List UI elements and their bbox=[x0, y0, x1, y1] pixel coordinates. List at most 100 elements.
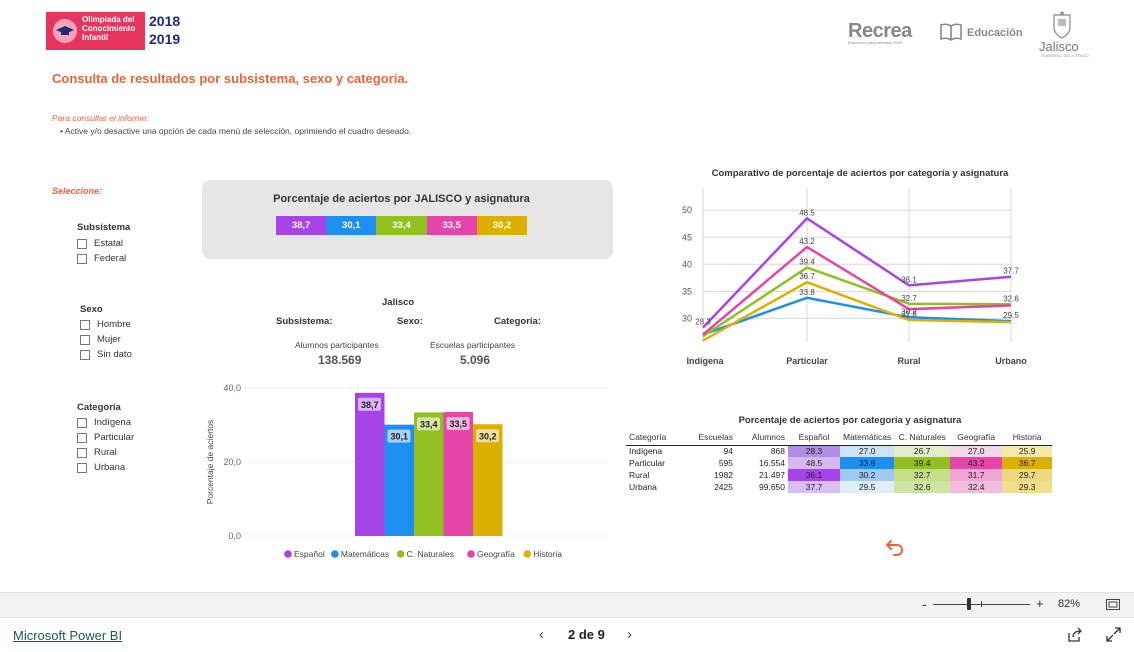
table-cell: 36.1 bbox=[788, 469, 840, 481]
checkbox[interactable] bbox=[77, 432, 87, 443]
summary-card-title: Porcentaje de aciertos por JALISCO y asi… bbox=[273, 193, 530, 205]
instructions-heading: Para consultar el informe: bbox=[52, 113, 149, 123]
alumnos-value: 138.569 bbox=[318, 353, 362, 367]
previous-page-button[interactable]: ‹ bbox=[539, 626, 544, 643]
jalisco-seal-icon bbox=[1053, 11, 1071, 39]
table-cell: 595 bbox=[718, 457, 733, 468]
filter-subsistema-label: Subsistema: bbox=[276, 316, 333, 327]
slicer-title: Subsistema bbox=[77, 222, 131, 233]
point-label: 39.4 bbox=[799, 258, 815, 267]
slicer-option-urbana[interactable]: Urbana bbox=[77, 460, 134, 475]
table-cell: 25.9 bbox=[1002, 445, 1053, 457]
point-label: 48.5 bbox=[799, 208, 815, 217]
slicer-option-particular[interactable]: Particular bbox=[77, 430, 134, 445]
col-header: Categoría bbox=[626, 430, 692, 446]
slicer-option-estatal[interactable]: Estatal bbox=[77, 236, 130, 251]
graduation-cap-icon bbox=[56, 26, 74, 35]
line-chart-title: Comparativo de porcentaje de aciertos po… bbox=[712, 168, 1009, 179]
legend-label: Español bbox=[294, 549, 325, 559]
col-header: Español bbox=[788, 430, 840, 446]
table-cell: 29.3 bbox=[1002, 481, 1053, 493]
slicer-option-hombre[interactable]: Hombre bbox=[80, 317, 132, 332]
table-cell: 868 bbox=[770, 445, 785, 456]
next-page-button[interactable]: › bbox=[627, 626, 632, 643]
slicer-option-rural[interactable]: Rural bbox=[77, 445, 134, 460]
y-tick-label: 45 bbox=[682, 232, 692, 242]
series-line-Español bbox=[702, 216, 1012, 329]
zoom-level: 82% bbox=[1058, 598, 1081, 610]
slicer-option-sin-dato[interactable]: Sin dato bbox=[80, 347, 132, 362]
table-cell: 32.6 bbox=[894, 481, 951, 493]
share-icon[interactable] bbox=[1067, 627, 1083, 643]
fit-to-page-icon[interactable] bbox=[1106, 599, 1120, 610]
table-cell: 26.7 bbox=[894, 445, 951, 457]
option-label: Indígena bbox=[94, 417, 131, 428]
checkbox[interactable] bbox=[77, 447, 87, 458]
table-cell: 32.4 bbox=[950, 481, 1003, 493]
checkbox[interactable] bbox=[77, 253, 87, 264]
zoom-in-button[interactable]: + bbox=[1036, 596, 1044, 611]
table-cell: Particular bbox=[629, 457, 665, 468]
slicer-option-federal[interactable]: Federal bbox=[77, 251, 130, 266]
jalisco-logo-subtitle: GOBIERNO DEL ESTADO bbox=[1041, 53, 1089, 58]
escuelas-label: Escuelas participantes bbox=[430, 340, 516, 350]
slicer-option-indigena[interactable]: Indígena bbox=[77, 415, 134, 430]
option-label: Mujer bbox=[97, 334, 121, 345]
slicer-categoria: Categoría Indígena Particular Rural Urba… bbox=[77, 402, 134, 475]
checkbox[interactable] bbox=[80, 334, 90, 345]
logo-year-2: 2019 bbox=[149, 31, 181, 47]
instructions-bullet: • Active y/o desactive una opción de cad… bbox=[60, 126, 412, 136]
legend-marker bbox=[284, 550, 292, 558]
table-cell: 29.7 bbox=[1002, 469, 1053, 481]
bar-Español bbox=[355, 392, 385, 536]
table-cell: 94 bbox=[723, 445, 733, 456]
footer bbox=[0, 617, 1134, 652]
checkbox[interactable] bbox=[80, 349, 90, 360]
fullscreen-icon[interactable] bbox=[1106, 627, 1121, 642]
col-header: Alumnos bbox=[736, 430, 788, 446]
table-cell: 36.7 bbox=[1002, 457, 1053, 469]
legend-marker bbox=[467, 550, 475, 558]
slicer-option-mujer[interactable]: Mujer bbox=[80, 332, 132, 347]
table-cell: Urbana bbox=[629, 481, 657, 492]
checkbox[interactable] bbox=[80, 319, 90, 330]
zoom-out-button[interactable]: - bbox=[922, 596, 927, 612]
slicer-subsistema: Subsistema Estatal Federal bbox=[77, 222, 130, 266]
table-cell: Rural bbox=[629, 469, 650, 480]
y-tick-label: 35 bbox=[682, 286, 692, 296]
table-row: Indígena 94 868 28.3 27.0 26.7 27.0 25.9 bbox=[626, 445, 1053, 457]
alumnos-label: Alumnos participantes bbox=[295, 340, 379, 350]
line-chart: Comparativo de porcentaje de aciertos po… bbox=[682, 168, 1027, 366]
y-tick-label: 40,0 bbox=[223, 383, 241, 393]
x-tick-label: Rural bbox=[897, 356, 920, 366]
escuelas-value: 5.096 bbox=[460, 353, 491, 367]
option-label: Rural bbox=[94, 447, 117, 458]
table-cell: 27.0 bbox=[840, 445, 895, 457]
legend-label: Historia bbox=[533, 549, 562, 559]
logo-line: Olimpiada del bbox=[82, 15, 135, 24]
bar-Geografía bbox=[443, 412, 473, 536]
page-indicator[interactable]: 2 de 9 bbox=[568, 627, 605, 642]
power-bi-link[interactable]: Microsoft Power BI bbox=[13, 628, 122, 643]
jalisco-logo: Jalisco bbox=[1039, 39, 1079, 54]
table-cell: 30.2 bbox=[840, 469, 895, 481]
table-cell: 99.650 bbox=[759, 481, 785, 492]
undo-icon[interactable] bbox=[885, 537, 905, 557]
legend-marker bbox=[331, 550, 339, 558]
summary-value-historia: 30,2 bbox=[476, 216, 528, 235]
y-tick-label: 50 bbox=[682, 205, 692, 215]
bar-chart: 0,0 20,0 40,0 Porcentaje de aciertos 38,7 30,… bbox=[205, 383, 608, 559]
y-tick-label: 0,0 bbox=[228, 531, 241, 541]
checkbox[interactable] bbox=[77, 462, 87, 473]
filter-sexo-label: Sexo: bbox=[397, 316, 423, 327]
summary-value-naturales: 33,4 bbox=[376, 216, 427, 235]
slicer-title: Sexo bbox=[80, 304, 103, 315]
checkbox[interactable] bbox=[77, 417, 87, 428]
checkbox[interactable] bbox=[77, 238, 87, 249]
summary-value-matematicas: 30,1 bbox=[326, 216, 377, 235]
legend-label: C. Naturales bbox=[407, 549, 454, 559]
zoom-slider-handle[interactable] bbox=[967, 598, 971, 610]
point-label: 43.2 bbox=[799, 237, 815, 246]
logo-text: Olimpiada del Conocimiento Infantil bbox=[82, 15, 144, 42]
table-cell: 2425 bbox=[714, 481, 733, 492]
